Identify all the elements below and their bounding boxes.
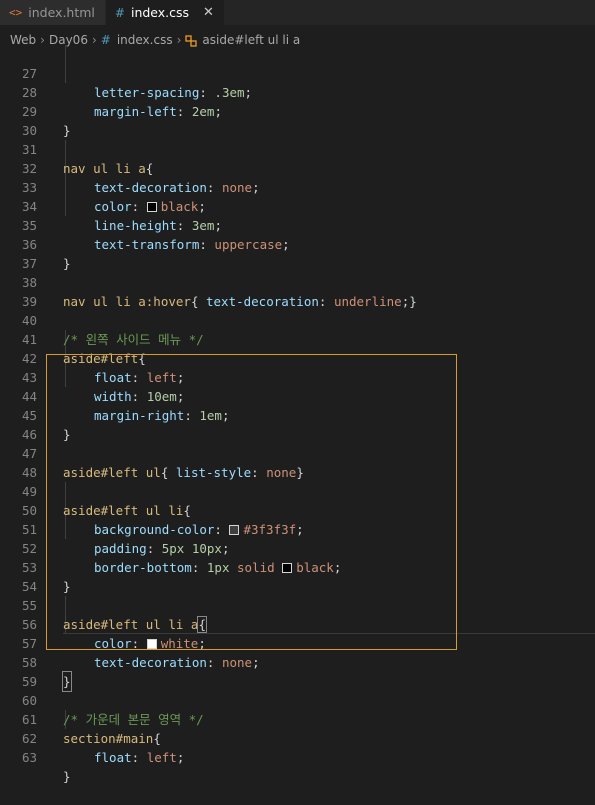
close-icon[interactable]: ✕	[203, 5, 214, 20]
tab-label: index.html	[28, 5, 95, 20]
code-line: 37	[0, 235, 595, 271]
code-text: }	[63, 769, 71, 784]
code-line: 52 border-bottom: 1px solid black;	[0, 520, 595, 575]
code-line: 34 line-height: 3em;	[0, 178, 595, 233]
css-icon: #	[114, 5, 125, 20]
code-line: 33 color: black;	[0, 159, 595, 214]
code-line: 41 aside#left{	[0, 311, 595, 366]
code-line: 43 width: 10em;	[0, 349, 595, 404]
html-icon: <>	[9, 6, 23, 19]
code-line: 35 text-transform: uppercase;	[0, 197, 595, 252]
code-line: 47 aside#left ul{ list-style: none}	[0, 425, 595, 480]
code-line: 58 }	[0, 634, 595, 692]
code-line: 48	[0, 444, 595, 480]
code-line: 45 }	[0, 387, 595, 442]
tab-label: index.css	[130, 5, 190, 20]
code-line: 53 }	[0, 539, 595, 594]
line-number: 63	[21, 750, 37, 765]
code-line: 62 float: left;	[0, 710, 595, 765]
code-line: 36 }	[0, 216, 595, 271]
code-line: 50 background-color: #3f3f3f;	[0, 482, 595, 537]
code-editor[interactable]: 27 letter-spacing: .3em; 28 margin-left:…	[0, 45, 595, 784]
code-line: 42 float: left;	[0, 330, 595, 385]
code-line: 56 color: white;	[0, 596, 595, 651]
code-line: 27 letter-spacing: .3em;	[0, 45, 595, 100]
code-line: 61 section#main{	[0, 691, 595, 746]
code-line: 44 margin-right: 1em;	[0, 368, 595, 423]
code-line: 38 nav ul li a:hover{ text-decoration: u…	[0, 254, 595, 309]
code-line: 51 padding: 5px 10px;	[0, 501, 595, 556]
tab-bar: <> index.html # index.css ✕	[0, 0, 595, 25]
code-line: 30	[0, 102, 595, 138]
code-line: 63 }	[0, 729, 595, 784]
code-line: 54	[0, 558, 595, 594]
code-line: 31 nav ul li a{	[0, 121, 595, 176]
tab-index-html[interactable]: <> index.html	[0, 0, 106, 25]
code-line: 32 text-decoration: none;	[0, 140, 595, 195]
code-line: 60 /* 가운데 본문 영역 */	[0, 672, 595, 727]
code-line: 29 }	[0, 83, 595, 138]
code-line: 57 text-decoration: none;	[0, 615, 595, 670]
code-line: 46	[0, 406, 595, 442]
code-line: 39	[0, 273, 595, 309]
code-line: 40 /* 왼쪽 사이드 메뉴 */	[0, 292, 595, 347]
code-line: 55 aside#left ul li a{	[0, 577, 595, 633]
tab-index-css[interactable]: # index.css ✕	[105, 0, 225, 25]
code-line: 59	[0, 653, 595, 689]
code-line: 28 margin-left: 2em;	[0, 64, 595, 119]
code-line: 49 aside#left ul li{	[0, 463, 595, 518]
code-text: float: left;	[94, 750, 185, 765]
